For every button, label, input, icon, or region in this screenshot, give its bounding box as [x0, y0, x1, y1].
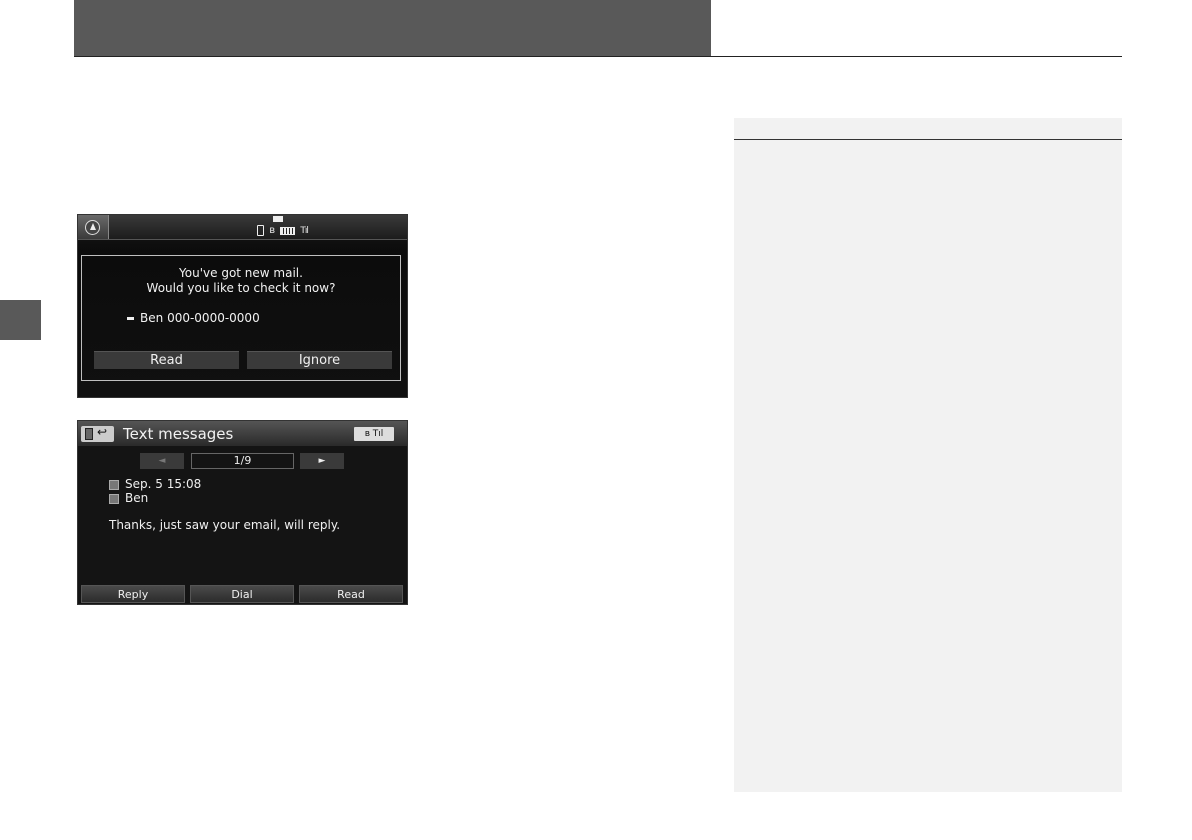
next-message-button[interactable]: ► [300, 453, 344, 469]
clock-icon [109, 479, 119, 490]
bluetooth-icon: ʙ [269, 225, 275, 236]
text-messages-screen: ↩ Text messages ʙ Tıl ◄ 1/9 ► Sep. 5 15:… [77, 420, 408, 605]
dialog-line-1: You've got new mail. [179, 266, 303, 280]
ignore-button[interactable]: Ignore [247, 351, 392, 369]
dialog-line-2: Would you like to check it now? [146, 281, 336, 295]
navigation-icon [85, 220, 100, 235]
message-sender-text: Ben [125, 491, 149, 505]
notes-panel-rule [734, 139, 1122, 140]
new-mail-dialog: You've got new mail. Would you like to c… [81, 255, 401, 381]
dial-button[interactable]: Dial [190, 585, 294, 603]
message-sender: Ben [109, 491, 148, 505]
phone-icon [85, 428, 93, 440]
phone-back-control[interactable]: ↩ [81, 425, 114, 442]
battery-icon [280, 226, 296, 235]
previous-message-button[interactable]: ◄ [140, 453, 184, 469]
message-date: Sep. 5 15:08 [109, 477, 201, 491]
status-icons: ʙ Tıl [257, 216, 310, 237]
read-button[interactable]: Read [94, 351, 239, 369]
dialog-contact: Ben 000-0000-0000 [127, 311, 260, 325]
screen-title: Text messages [123, 425, 234, 443]
dialog-message: You've got new mail. Would you like to c… [82, 266, 400, 296]
nav-tab[interactable] [78, 215, 109, 239]
new-mail-screen: ʙ Tıl You've got new mail. Would you lik… [77, 214, 408, 398]
phone-type-icon [127, 317, 134, 320]
read-aloud-button[interactable]: Read [299, 585, 403, 603]
message-body: Thanks, just saw your email, will reply. [109, 518, 341, 532]
message-counter: 1/9 [191, 453, 294, 469]
signal-icon: Tıl [300, 225, 308, 236]
phone-icon [257, 225, 264, 236]
header-divider [74, 56, 1122, 57]
contact-name: Ben [140, 311, 164, 325]
bluetooth-signal-status: ʙ Tıl [354, 427, 394, 441]
screen-header: ↩ Text messages ʙ Tıl [78, 421, 407, 446]
contact-icon [109, 493, 119, 504]
page-header-bar [74, 0, 711, 56]
contact-number: 000-0000-0000 [167, 311, 260, 325]
back-icon[interactable]: ↩ [97, 425, 107, 439]
mail-icon [273, 216, 283, 222]
notes-side-panel [734, 118, 1122, 792]
message-date-text: Sep. 5 15:08 [125, 477, 202, 491]
reply-button[interactable]: Reply [81, 585, 185, 603]
chapter-side-tab [0, 300, 41, 340]
status-bar: ʙ Tıl [78, 215, 407, 240]
